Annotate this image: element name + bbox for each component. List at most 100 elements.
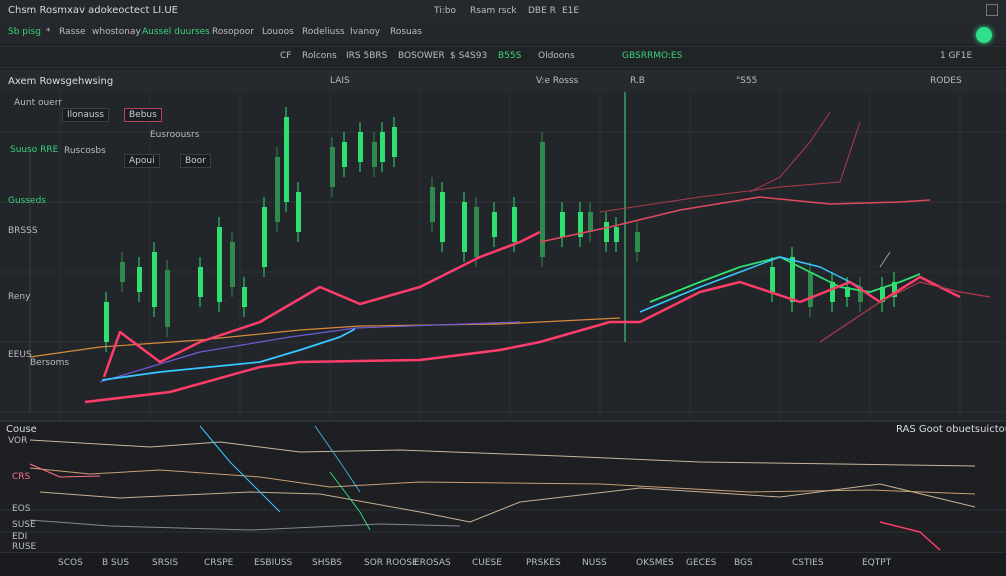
header-item-4[interactable]: "S55 bbox=[736, 76, 757, 86]
tab-7[interactable]: Louoos bbox=[262, 27, 294, 37]
left-label-7: Bersoms bbox=[30, 358, 70, 368]
red-thin-line bbox=[599, 121, 861, 213]
indicator-label-4: SUSE bbox=[12, 520, 36, 530]
gray-line bbox=[879, 251, 891, 268]
tab-6[interactable]: Rosopoor bbox=[212, 27, 254, 37]
toolbar-item-5[interactable]: $ S4S93 bbox=[450, 51, 487, 61]
status-item-3[interactable]: SRSIS bbox=[152, 558, 178, 568]
candle-body bbox=[462, 202, 467, 252]
legend-box-2[interactable]: Bebus bbox=[124, 108, 162, 122]
boor-button[interactable]: Boor bbox=[180, 154, 211, 168]
candle-body bbox=[614, 227, 619, 242]
header-item-5[interactable]: RODES bbox=[930, 76, 962, 86]
apply-button[interactable]: Apoui bbox=[124, 154, 160, 168]
status-item-16[interactable]: EQTPT bbox=[862, 558, 891, 568]
legend-box-1[interactable]: Ilonauss bbox=[62, 108, 109, 122]
status-item-5[interactable]: ESBIUSS bbox=[254, 558, 292, 568]
status-item-14[interactable]: BGS bbox=[734, 558, 753, 568]
left-label-2: Suuso RRE bbox=[10, 145, 59, 155]
title-item-3[interactable]: DBE R bbox=[528, 6, 556, 16]
tab-5[interactable]: Aussel duurses bbox=[142, 27, 210, 37]
toolbar-item-2[interactable]: Rolcons bbox=[302, 51, 337, 61]
candle-body bbox=[275, 157, 280, 222]
tab-bar: Sb pisg * Rasse whostonay Aussel duurses… bbox=[0, 22, 1006, 44]
tab-4[interactable]: whostonay bbox=[92, 27, 141, 37]
status-item-8[interactable]: EROSAS bbox=[414, 558, 451, 568]
toolbar-item-9[interactable]: 1 GF1E bbox=[940, 51, 972, 61]
candle-body bbox=[588, 212, 593, 232]
legend-label-3: Eusroousrs bbox=[150, 130, 200, 140]
status-indicator-icon[interactable] bbox=[976, 27, 992, 43]
status-item-4[interactable]: CRSPE bbox=[204, 558, 233, 568]
title-item-4[interactable]: E1E bbox=[562, 6, 579, 16]
indicator-green-line bbox=[329, 471, 371, 531]
candle-body bbox=[560, 212, 565, 237]
tab-2[interactable]: * bbox=[46, 27, 51, 37]
candle-body bbox=[808, 272, 813, 307]
left-label-5: Reny bbox=[8, 292, 31, 302]
candle-body bbox=[440, 192, 445, 242]
status-item-9[interactable]: CUESE bbox=[472, 558, 502, 568]
tab-9[interactable]: Ivanoy bbox=[350, 27, 380, 37]
candle-body bbox=[492, 212, 497, 237]
title-item-1[interactable]: Ti:bo bbox=[434, 6, 456, 16]
candle-body bbox=[217, 227, 222, 302]
chart-header: Axem Rowsgehwsing LAIS V:e Rosss R.B "S5… bbox=[0, 70, 1006, 92]
tab-1[interactable]: Sb pisg bbox=[8, 27, 41, 37]
indicator-caption: RAS Goot obuetsuictou bbox=[896, 424, 1006, 435]
indicator-label-1: VOR bbox=[8, 436, 28, 446]
candle-body bbox=[512, 207, 517, 242]
indicator-line-4 bbox=[29, 519, 461, 531]
toolbar-item-4[interactable]: BOSOWER bbox=[398, 51, 445, 61]
left-label-1: Aunt ouerr bbox=[14, 98, 62, 108]
toolbar-item-1[interactable]: CF bbox=[280, 51, 291, 61]
candle-body bbox=[635, 232, 640, 252]
indicator-label-5: EDI bbox=[12, 532, 28, 542]
candle-body bbox=[380, 132, 385, 162]
title-item-2[interactable]: Rsam rsck bbox=[470, 6, 517, 16]
indicator-label-2: CRS bbox=[12, 472, 31, 482]
status-item-11[interactable]: NUSS bbox=[582, 558, 607, 568]
status-item-2[interactable]: B SUS bbox=[102, 558, 129, 568]
header-item-3[interactable]: R.B bbox=[630, 76, 645, 86]
candle-body bbox=[284, 117, 289, 202]
status-item-13[interactable]: GECES bbox=[686, 558, 716, 568]
tab-3[interactable]: Rasse bbox=[59, 27, 86, 37]
indicator-blue-line bbox=[199, 425, 281, 513]
main-chart-canvas[interactable] bbox=[0, 92, 1006, 420]
candle-body bbox=[152, 252, 157, 307]
indicator-canvas[interactable] bbox=[0, 422, 1006, 552]
candle-body bbox=[137, 267, 142, 292]
toolbar-item-3[interactable]: IRS 5BRS bbox=[346, 51, 387, 61]
status-item-15[interactable]: CSTIES bbox=[792, 558, 824, 568]
app-title: Chsm Rosmxav adokeoctect LI.UE bbox=[8, 5, 178, 16]
purple-line bbox=[99, 321, 521, 383]
candle-body bbox=[540, 142, 545, 257]
title-bar: Chsm Rosmxav adokeoctect LI.UE Ti:bo Rsa… bbox=[0, 0, 1006, 23]
toolbar-item-7[interactable]: Oldoons bbox=[538, 51, 575, 61]
tab-8[interactable]: Rodeliuss bbox=[302, 27, 345, 37]
header-item-1[interactable]: LAIS bbox=[330, 76, 350, 86]
status-item-6[interactable]: SHSBS bbox=[312, 558, 342, 568]
status-item-7[interactable]: SOR ROOSE bbox=[364, 558, 418, 568]
status-item-1[interactable]: SCOS bbox=[58, 558, 83, 568]
indicator-pane[interactable]: Couse RAS Goot obuetsuictou VOR CRS EOS … bbox=[0, 422, 1006, 552]
candle-body bbox=[430, 187, 435, 222]
status-item-10[interactable]: PRSKES bbox=[526, 558, 561, 568]
tab-10[interactable]: Rosuas bbox=[390, 27, 422, 37]
left-label-3: Gusseds bbox=[8, 196, 46, 206]
toolbar-item-8[interactable]: GBSRRMO:ES bbox=[622, 51, 682, 61]
main-chart[interactable]: Aunt ouerr Ilonauss Bebus Eusroousrs Suu… bbox=[0, 92, 1006, 420]
toolbar-item-6[interactable]: B55S bbox=[498, 51, 521, 61]
indicator-label-3: EOS bbox=[12, 504, 31, 514]
window-button-icon[interactable] bbox=[986, 4, 998, 16]
toolbar: CF Rolcons IRS 5BRS BOSOWER $ S4S93 B55S… bbox=[0, 46, 1006, 68]
indicator-label-6: RUSE bbox=[12, 542, 37, 552]
candle-body bbox=[474, 207, 479, 257]
header-item-2[interactable]: V:e Rosss bbox=[536, 76, 578, 86]
candle-body bbox=[296, 192, 301, 232]
red-thin-line-2 bbox=[749, 111, 831, 193]
status-item-12[interactable]: OKSMES bbox=[636, 558, 674, 568]
candle-body bbox=[262, 207, 267, 267]
status-bar: SCOS B SUS SRSIS CRSPE ESBIUSS SHSBS SOR… bbox=[0, 552, 1006, 576]
